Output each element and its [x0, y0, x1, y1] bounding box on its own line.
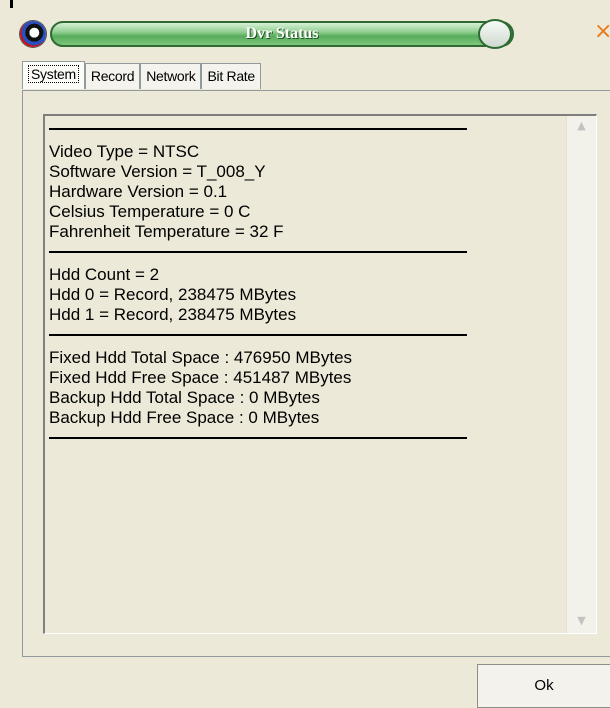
- tab-strip: System Record Network Bit Rate: [22, 61, 261, 90]
- tab-system[interactable]: System: [22, 61, 85, 89]
- backup-free-space-line: Backup Hdd Free Space : 0 MBytes: [49, 408, 320, 427]
- tab-bit-rate-label: Bit Rate: [207, 68, 255, 84]
- title-bar: Dvr Status ×: [12, 17, 610, 55]
- status-content: Video Type = NTSC Software Version = T_0…: [49, 128, 467, 439]
- tab-record[interactable]: Record: [84, 63, 141, 89]
- video-info-group: Video Type = NTSC Software Version = T_0…: [49, 130, 467, 251]
- hdd-count-line: Hdd Count = 2: [49, 265, 160, 284]
- hdd-info-group: Hdd Count = 2 Hdd 0 = Record, 238475 MBy…: [49, 253, 467, 334]
- fixed-total-space-line: Fixed Hdd Total Space : 476950 MBytes: [49, 348, 353, 367]
- corner-mark: [10, 0, 13, 8]
- title-pill: Dvr Status: [50, 21, 514, 47]
- fahrenheit-temperature-line: Fahrenheit Temperature = 32 F: [49, 222, 284, 241]
- tab-bit-rate[interactable]: Bit Rate: [201, 63, 261, 89]
- separator-line: [49, 437, 467, 439]
- space-info-group: Fixed Hdd Total Space : 476950 MBytes Fi…: [49, 336, 467, 437]
- window-title: Dvr Status: [245, 25, 319, 42]
- scroll-down-arrow-icon[interactable]: ▼: [567, 613, 596, 629]
- tab-network[interactable]: Network: [140, 63, 202, 89]
- scroll-up-arrow-icon[interactable]: ▲: [567, 118, 596, 134]
- celsius-temperature-line: Celsius Temperature = 0 C: [49, 202, 251, 221]
- backup-total-space-line: Backup Hdd Total Space : 0 MBytes: [49, 388, 320, 407]
- tab-network-label: Network: [146, 68, 196, 84]
- fixed-free-space-line: Fixed Hdd Free Space : 451487 MBytes: [49, 368, 352, 387]
- system-status-textbox[interactable]: Video Type = NTSC Software Version = T_0…: [43, 114, 597, 634]
- tab-record-label: Record: [90, 68, 135, 84]
- footer-divider: [22, 656, 610, 657]
- tab-system-label: System: [28, 65, 79, 83]
- ok-button[interactable]: Ok: [477, 664, 610, 708]
- close-icon[interactable]: ×: [594, 20, 610, 44]
- hardware-version-line: Hardware Version = 0.1: [49, 182, 228, 201]
- hdd-0-line: Hdd 0 = Record, 238475 MBytes: [49, 285, 297, 304]
- title-knob: [478, 19, 512, 49]
- software-version-line: Software Version = T_008_Y: [49, 162, 266, 181]
- vertical-scrollbar[interactable]: ▲ ▼: [566, 116, 596, 633]
- app-globe-icon: [20, 21, 46, 47]
- hdd-1-line: Hdd 1 = Record, 238475 MBytes: [49, 305, 297, 324]
- video-type-line: Video Type = NTSC: [49, 142, 200, 161]
